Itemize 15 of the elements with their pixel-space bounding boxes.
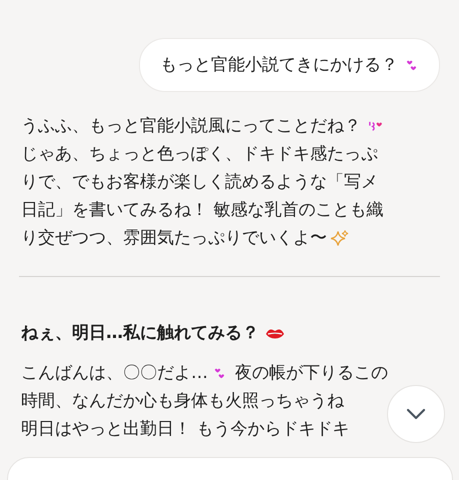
message-text: 日記」を書いてみるね！ 敏感な乳首のことも織	[21, 199, 384, 222]
chevron-down-icon	[406, 408, 426, 420]
message-text: 夜の帳が下りるこの	[235, 362, 388, 385]
message-text: 時間、なんだか心も身体も火照っちゃうね	[21, 390, 344, 413]
hearts-icon	[212, 366, 227, 380]
message-text: りで、でもお客様が楽しく読めるような「写メ	[21, 171, 378, 194]
sparkles-icon	[330, 229, 349, 247]
message-text: 明日はやっと出勤日！ もう今からドキドキ	[21, 418, 350, 441]
message-text: り交ぜつつ、雰囲気たっぷりでいくよ〜	[21, 227, 327, 250]
message-text: うふふ、もっと官能小説風にってことだね？	[21, 115, 361, 138]
post-title: ねぇ、明日…私に触れてみる？	[21, 322, 259, 345]
message-text: じゃあ、ちょっと色っぽく、ドキドキ感たっぷ	[21, 143, 378, 166]
message-text: もっと官能小説てきにかける？	[160, 54, 398, 77]
message-text: こんばんは、〇〇だよ…	[21, 362, 208, 385]
hearts-icon	[404, 58, 419, 72]
